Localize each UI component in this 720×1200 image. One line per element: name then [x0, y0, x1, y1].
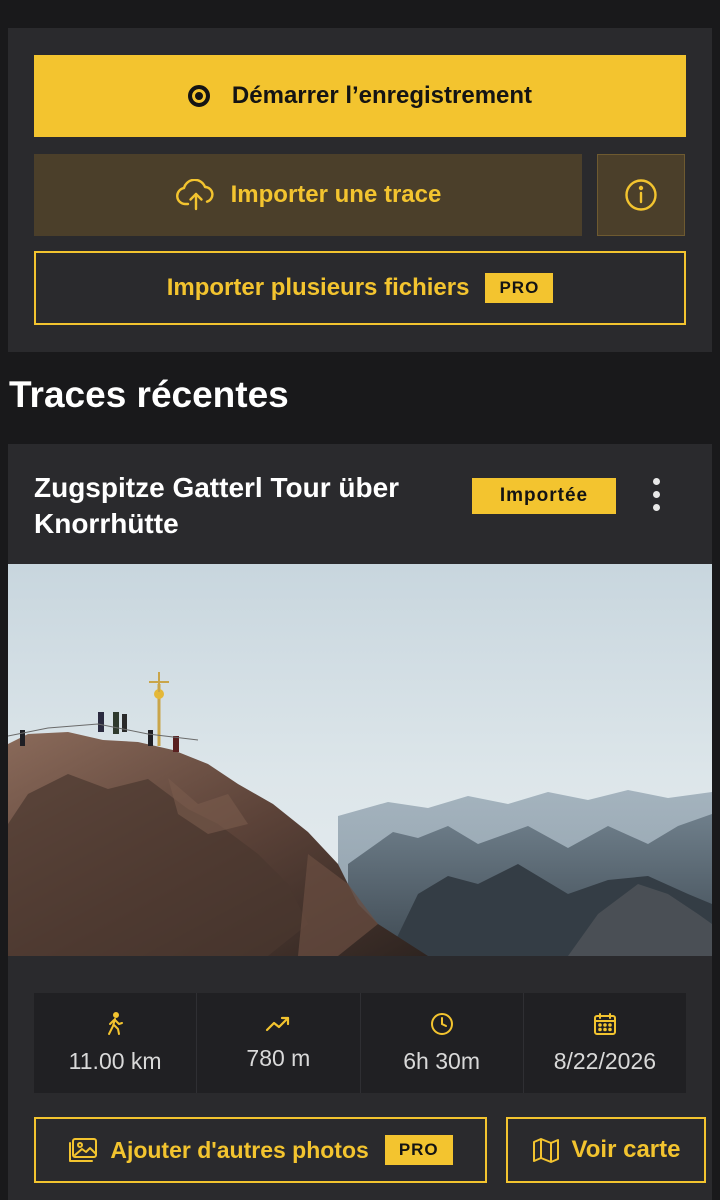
status-badge: Importée	[472, 478, 616, 514]
info-button[interactable]	[597, 154, 685, 236]
info-icon	[625, 179, 657, 211]
more-dot	[652, 503, 660, 511]
stat-distance: 11.00 km	[34, 993, 198, 1093]
cloud-upload-icon	[175, 179, 214, 211]
section-title: Traces récentes	[9, 374, 289, 415]
stat-date-value: 8/22/2026	[553, 1047, 657, 1074]
photos-icon	[69, 1138, 98, 1162]
add-photos-label: Ajouter d'autres photos	[110, 1136, 369, 1163]
import-multiple-files-button[interactable]: Importer plusieurs fichiers PRO	[34, 251, 686, 325]
hiker-icon	[108, 1011, 124, 1035]
start-recording-label: Démarrer l’enregistrement	[231, 82, 533, 109]
import-multiple-label: Importer plusieurs fichiers	[166, 274, 470, 301]
more-dot	[652, 490, 660, 498]
clock-icon	[430, 1012, 453, 1035]
calendar-icon	[593, 1012, 616, 1035]
more-dot	[652, 477, 660, 485]
track-stats: 11.00 km 780 m 6h 30m 8/22/2026	[34, 993, 686, 1093]
stat-duration-value: 6h 30m	[403, 1047, 480, 1074]
track-title[interactable]: Zugspitze Gatterl Tour über Knorrhütte	[34, 470, 454, 542]
start-recording-button[interactable]: Démarrer l’enregistrement	[34, 55, 686, 137]
add-photos-button[interactable]: Ajouter d'autres photos PRO	[34, 1117, 487, 1183]
mountain-summit-image	[8, 564, 712, 956]
stat-duration: 6h 30m	[361, 993, 524, 1093]
pro-badge: PRO	[384, 1135, 453, 1165]
pro-badge: PRO	[485, 273, 554, 303]
import-track-button[interactable]: Importer une trace	[34, 154, 582, 236]
stat-elevation-value: 780 m	[246, 1044, 311, 1071]
stat-elevation: 780 m	[197, 993, 361, 1093]
stat-distance-value: 11.00 km	[68, 1047, 162, 1074]
stat-date: 8/22/2026	[524, 993, 686, 1093]
view-map-button[interactable]: Voir carte	[506, 1117, 706, 1183]
track-photo[interactable]	[8, 564, 712, 956]
map-icon	[532, 1138, 559, 1163]
trending-up-icon	[266, 1016, 290, 1031]
view-map-label: Voir carte	[571, 1136, 681, 1163]
record-icon	[187, 85, 210, 107]
more-options-button[interactable]	[640, 474, 672, 514]
import-track-label: Importer une trace	[230, 181, 442, 208]
